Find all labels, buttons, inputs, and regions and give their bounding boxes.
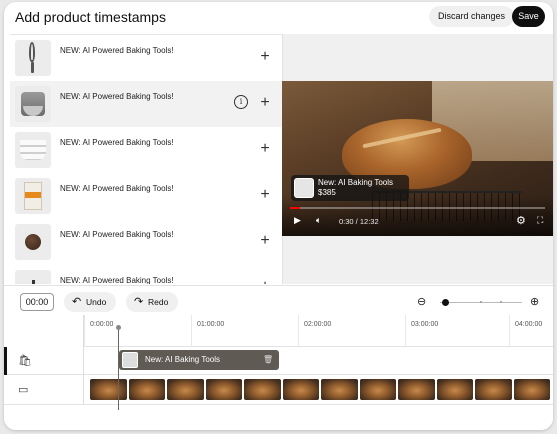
product-timestamps-dialog: Add product timestamps Discard changes S…: [4, 2, 553, 430]
ruler-tick-label: 04:00:00: [515, 321, 543, 328]
save-button[interactable]: Save: [512, 6, 545, 27]
stand-mixer-icon: [294, 178, 314, 198]
filmstrip-frame: [436, 379, 473, 400]
product-thumbnail: [15, 40, 51, 76]
ruler-tick-label: 03:00:00: [411, 321, 439, 328]
gear-icon[interactable]: ⚙: [516, 214, 526, 227]
product-label: NEW: AI Powered Baking Tools!: [60, 184, 174, 193]
zoom-slider[interactable]: [440, 299, 522, 306]
play-icon[interactable]: ▶: [294, 215, 301, 226]
add-timestamp-button[interactable]: +: [255, 231, 275, 251]
redo-icon: ↷: [134, 296, 144, 308]
product-label: NEW: AI Powered Baking Tools!: [60, 92, 174, 101]
filmstrip-frame: [321, 379, 358, 400]
video-camera-icon: ▭: [18, 384, 29, 396]
product-thumbnail: [15, 270, 51, 284]
timecode-input[interactable]: 00:00: [20, 293, 54, 311]
redo-button[interactable]: ↷ Redo: [126, 292, 179, 312]
fullscreen-icon[interactable]: ⛶: [537, 215, 543, 226]
product-row[interactable]: NEW: AI Powered Baking Tools! +: [10, 219, 282, 265]
product-thumbnail: [15, 86, 51, 122]
filmstrip-frame: [398, 379, 435, 400]
spice-ball-icon: [25, 234, 41, 250]
stand-mixer-icon: [122, 352, 138, 368]
playhead[interactable]: [118, 328, 119, 410]
ruler-tick-label: 02:00:00: [304, 321, 332, 328]
filmstrip-frame: [359, 379, 396, 400]
filmstrip-frame: [205, 379, 242, 400]
filmstrip-frame: [475, 379, 512, 400]
undo-button[interactable]: ↶ Undo: [64, 292, 117, 312]
dialog-title: Add product timestamps: [15, 9, 166, 25]
product-row[interactable]: NEW: AI Powered Baking Tools! +: [10, 265, 282, 284]
zoom-slider-handle[interactable]: [441, 299, 449, 306]
dialog-header: Add product timestamps Discard changes S…: [4, 2, 553, 34]
filmstrip-frame: [167, 379, 204, 400]
add-timestamp-button[interactable]: +: [255, 185, 275, 205]
discard-changes-button[interactable]: Discard changes: [429, 6, 515, 27]
product-label: NEW: AI Powered Baking Tools!: [60, 276, 174, 284]
product-track: 🛍︎ New: AI Baking Tools 🗑︎: [4, 347, 553, 375]
video-track: ▭: [4, 375, 553, 405]
bowls-icon: [20, 140, 46, 160]
filmstrip-frame: [513, 379, 550, 400]
utensil-icon: [32, 280, 35, 284]
add-timestamp-button[interactable]: +: [255, 139, 275, 159]
info-icon[interactable]: i: [234, 95, 248, 109]
ruler-tick-label: 01:00:00: [197, 321, 225, 328]
trash-icon[interactable]: 🗑︎: [263, 355, 273, 364]
product-row[interactable]: NEW: AI Powered Baking Tools! +: [10, 127, 282, 173]
filmstrip-frame: [128, 379, 165, 400]
timeline-ruler: 0:00:00 01:00:00 02:00:00 03:00:00 04:00…: [84, 315, 553, 347]
product-overlay-card[interactable]: New: AI Baking Tools $385: [291, 175, 409, 201]
video-progress-bar[interactable]: [290, 207, 545, 209]
add-timestamp-button[interactable]: +: [255, 47, 275, 67]
playhead-handle[interactable]: [116, 325, 121, 330]
redo-label: Redo: [148, 297, 169, 307]
product-thumbnail: [15, 132, 51, 168]
filmstrip-frame: [282, 379, 319, 400]
undo-label: Undo: [86, 297, 107, 307]
product-list: NEW: AI Powered Baking Tools! + NEW: AI …: [10, 34, 282, 284]
filmstrip-frame: [244, 379, 281, 400]
undo-icon: ↶: [72, 296, 82, 308]
video-filmstrip[interactable]: [90, 379, 550, 400]
filmstrip-frame: [90, 379, 127, 400]
product-row[interactable]: NEW: AI Powered Baking Tools! i +: [10, 81, 282, 127]
product-row[interactable]: NEW: AI Powered Baking Tools! +: [10, 35, 282, 81]
add-timestamp-button[interactable]: +: [255, 277, 275, 284]
product-label: NEW: AI Powered Baking Tools!: [60, 230, 174, 239]
product-row[interactable]: NEW: AI Powered Baking Tools! +: [10, 173, 282, 219]
product-thumbnail: [15, 224, 51, 260]
timeline: 0:00:00 01:00:00 02:00:00 03:00:00 04:00…: [4, 315, 553, 405]
zoom-in-icon[interactable]: ⊕: [530, 295, 539, 308]
video-progress-fill: [290, 207, 301, 209]
add-timestamp-button[interactable]: +: [255, 93, 275, 113]
product-label: NEW: AI Powered Baking Tools!: [60, 138, 174, 147]
zoom-out-icon[interactable]: ⊖: [417, 295, 426, 308]
product-thumbnail: [15, 178, 51, 214]
overlay-product-name: New: AI Baking Tools: [318, 178, 394, 187]
segment-label: New: AI Baking Tools: [145, 355, 221, 364]
volume-icon[interactable]: 🔈︎: [316, 215, 321, 226]
video-preview[interactable]: New: AI Baking Tools $385 ▶ 🔈︎ 0:30 / 12…: [282, 81, 553, 236]
product-label: NEW: AI Powered Baking Tools!: [60, 46, 174, 55]
shopping-bag-icon: 🛍︎: [18, 355, 32, 367]
timeline-toolbar: 00:00 ↶ Undo ↷ Redo ⊖ ⊕: [4, 285, 553, 315]
product-segment[interactable]: New: AI Baking Tools 🗑︎: [119, 350, 279, 370]
video-time: 0:30 / 12:32: [339, 217, 379, 226]
overlay-product-price: $385: [318, 188, 336, 197]
ruler-tick-label: 0:00:00: [90, 321, 114, 328]
